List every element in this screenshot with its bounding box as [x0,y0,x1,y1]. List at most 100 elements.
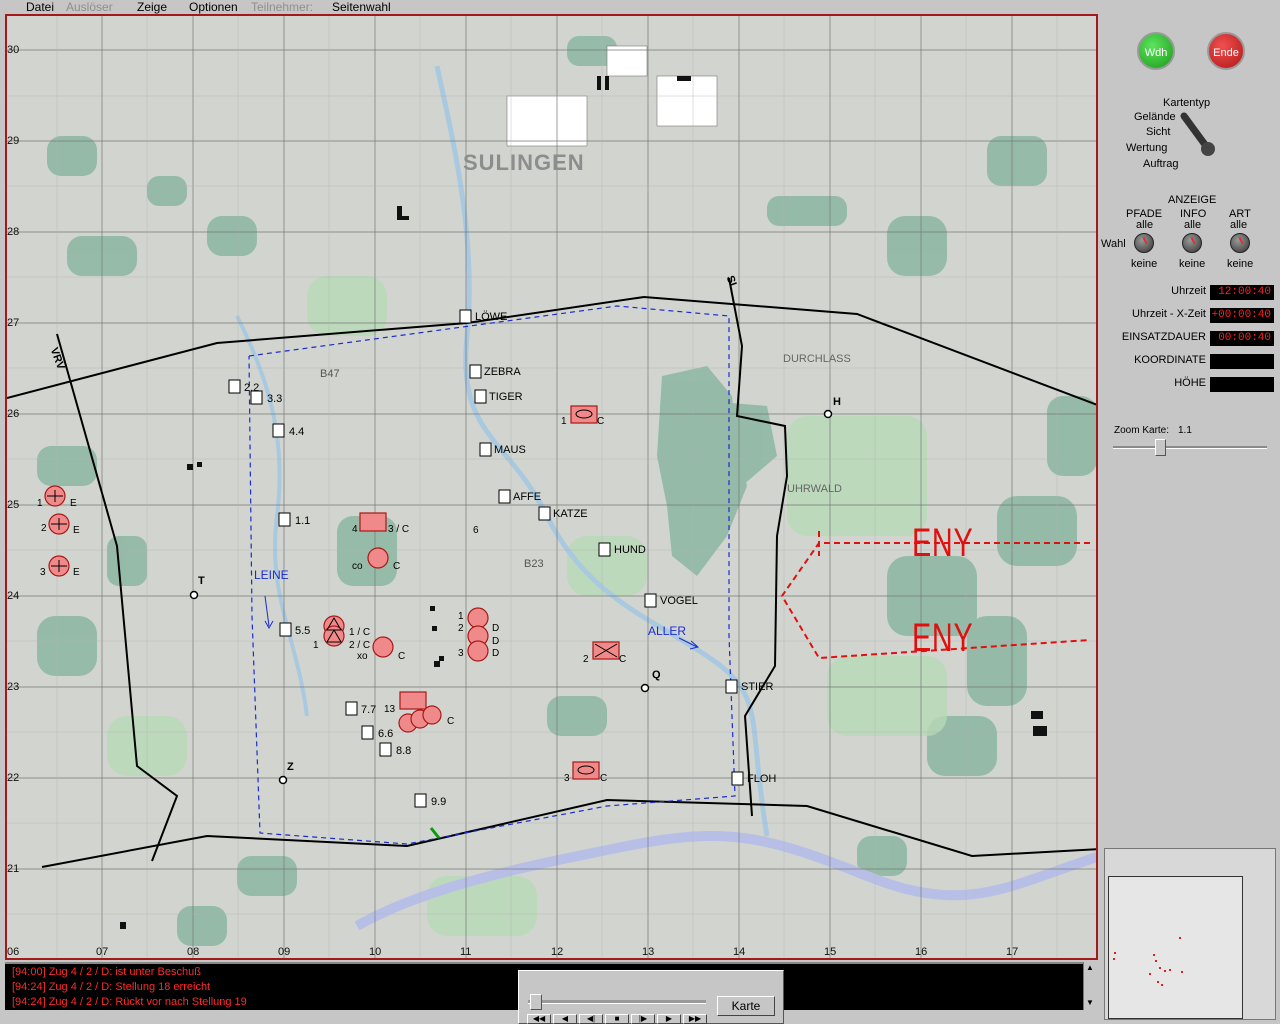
koordinate-label: KOORDINATE [1134,354,1206,366]
point-z[interactable]: Z [287,761,294,773]
grid-label-26: 26 [7,408,20,420]
road-b23: B23 [524,558,544,570]
zoom-slider-thumb[interactable] [1155,439,1166,456]
waypoint-4-4[interactable]: 4.4 [289,426,304,438]
karte-button[interactable]: Karte [717,996,775,1016]
zoom-slider-track[interactable] [1113,446,1267,449]
point-h[interactable]: H [833,396,841,408]
play-icon[interactable]: ▶ [657,1014,681,1024]
unit-5-num: 1 [313,640,319,651]
map-type-wertung[interactable]: Wertung [1126,142,1167,154]
step-forward-icon[interactable]: |▶ [631,1014,655,1024]
grid-label-12: 12 [551,946,564,958]
playback-slider-track[interactable] [528,1000,706,1004]
koordinate-value [1210,354,1274,369]
wdh-button[interactable]: Wdh [1137,32,1175,70]
ende-button[interactable]: Ende [1207,32,1245,70]
position-vogel[interactable]: VOGEL [660,595,698,607]
waypoint-5-5[interactable]: 5.5 [295,625,310,637]
art-knob-icon[interactable] [1230,233,1250,253]
pfade-bottom: keine [1131,258,1158,270]
position-tiger[interactable]: TIGER [489,391,523,403]
position-affe[interactable]: AFFE [513,491,541,503]
grid-label-29: 29 [7,135,20,147]
waypoint-7-7[interactable]: 7.7 [361,704,376,716]
grid-label-16: 16 [915,946,928,958]
zoom-label: Zoom Karte: [1114,425,1170,436]
position-hund[interactable]: HUND [614,544,646,556]
unit-e1-suffix: E [70,498,77,509]
unit-6-sub: 2 / C [349,640,371,651]
unit-13-suffix: C [447,716,455,727]
scroll-down-icon[interactable]: ▼ [1086,998,1094,1007]
stop-icon[interactable]: ■ [605,1014,629,1024]
rewind-icon[interactable]: ◀ [553,1014,577,1024]
unit-c3-suffix: C [600,773,608,784]
unit-c2-suffix: C [619,654,627,665]
pfade-knob-icon[interactable] [1134,233,1154,253]
waypoint-9-9[interactable]: 9.9 [431,796,446,808]
position-loewe[interactable]: LÖWE [475,311,507,323]
map-type-sicht[interactable]: Sicht [1146,126,1170,138]
enemy-label-2: ENY [912,616,974,660]
grid-label-11: 11 [460,946,472,958]
unit-co-suffix: C [393,561,401,572]
einsatzdauer-value: 00:00:40 [1210,331,1274,346]
playback-slider-thumb[interactable] [530,994,542,1010]
unit-e2-num: 2 [41,523,47,534]
step-back-icon[interactable]: ◀| [579,1014,603,1024]
grid-label-27: 27 [7,317,20,329]
unit-e3-num: 3 [40,567,46,578]
region-durchlass: DURCHLASS [783,353,851,365]
grid-label-28: 28 [7,226,20,238]
river-leine: LEINE [254,568,289,582]
grid-label-13: 13 [642,946,655,958]
unit-e2-suffix: E [73,525,80,536]
river-aller: ALLER [648,624,687,638]
waypoint-1-1[interactable]: 1.1 [295,515,310,527]
position-katze[interactable]: KATZE [553,508,588,520]
unit-d2-num: 2 [458,623,464,634]
log-scrollbar[interactable]: ▲ ▼ [1083,962,1097,1010]
waypoint-8-8[interactable]: 8.8 [396,745,411,757]
log-line: [94:24] Zug 4 / 2 / D: Rückt vor nach St… [12,996,247,1008]
unit-d3-suffix: D [492,648,500,659]
grid-label-06: 06 [7,946,20,958]
unit-c1-suffix: C [597,416,605,427]
map-type-gelaende[interactable]: Gelände [1134,111,1176,123]
waypoint-6-6[interactable]: 6.6 [378,728,393,740]
rewind-fast-icon[interactable]: ◀◀ [527,1014,551,1024]
scroll-up-icon[interactable]: ▲ [1086,963,1094,972]
waypoint-2-2[interactable]: 2.2 [244,382,259,394]
tactical-map[interactable]: 30 29 28 27 26 25 24 23 22 21 06 07 08 0… [5,14,1098,960]
position-maus[interactable]: MAUS [494,444,526,456]
log-line: [94:00] Zug 4 / 2 / D: ist unter Beschuß [12,966,201,978]
unit-xo-suffix: C [398,651,406,662]
unit-d1-suffix: D [492,623,500,634]
grid-label-17: 17 [1006,946,1019,958]
grid-label-07: 07 [96,946,109,958]
map-type-auftrag[interactable]: Auftrag [1143,158,1178,170]
waypoint-3-3[interactable]: 3.3 [267,393,282,405]
map-number-6: 6 [473,525,479,536]
info-knob-icon[interactable] [1182,233,1202,253]
overview-map[interactable] [1108,876,1243,1019]
anzeige-header: ANZEIGE [1168,194,1217,206]
position-zebra[interactable]: ZEBRA [484,366,521,378]
pfade-top: alle [1136,219,1154,231]
region-uhrwald: UHRWALD [787,483,843,495]
unit-d3-num: 3 [458,648,464,659]
art-bottom: keine [1227,258,1254,270]
unit-d2-suffix: D [492,636,500,647]
fast-forward-icon[interactable]: ▶▶ [683,1014,707,1024]
uhrzeit-label: Uhrzeit [1171,285,1206,297]
position-floh[interactable]: FLOH [747,773,776,785]
grid-label-09: 09 [278,946,291,958]
point-t[interactable]: T [198,575,205,587]
unit-xo-label: xo [357,651,368,662]
position-stier[interactable]: STIER [741,681,773,693]
map-type-selector-lever-icon[interactable] [1180,112,1220,158]
point-q[interactable]: Q [652,669,661,681]
unit-d1-num: 1 [458,611,464,622]
grid-label-25: 25 [7,499,20,511]
